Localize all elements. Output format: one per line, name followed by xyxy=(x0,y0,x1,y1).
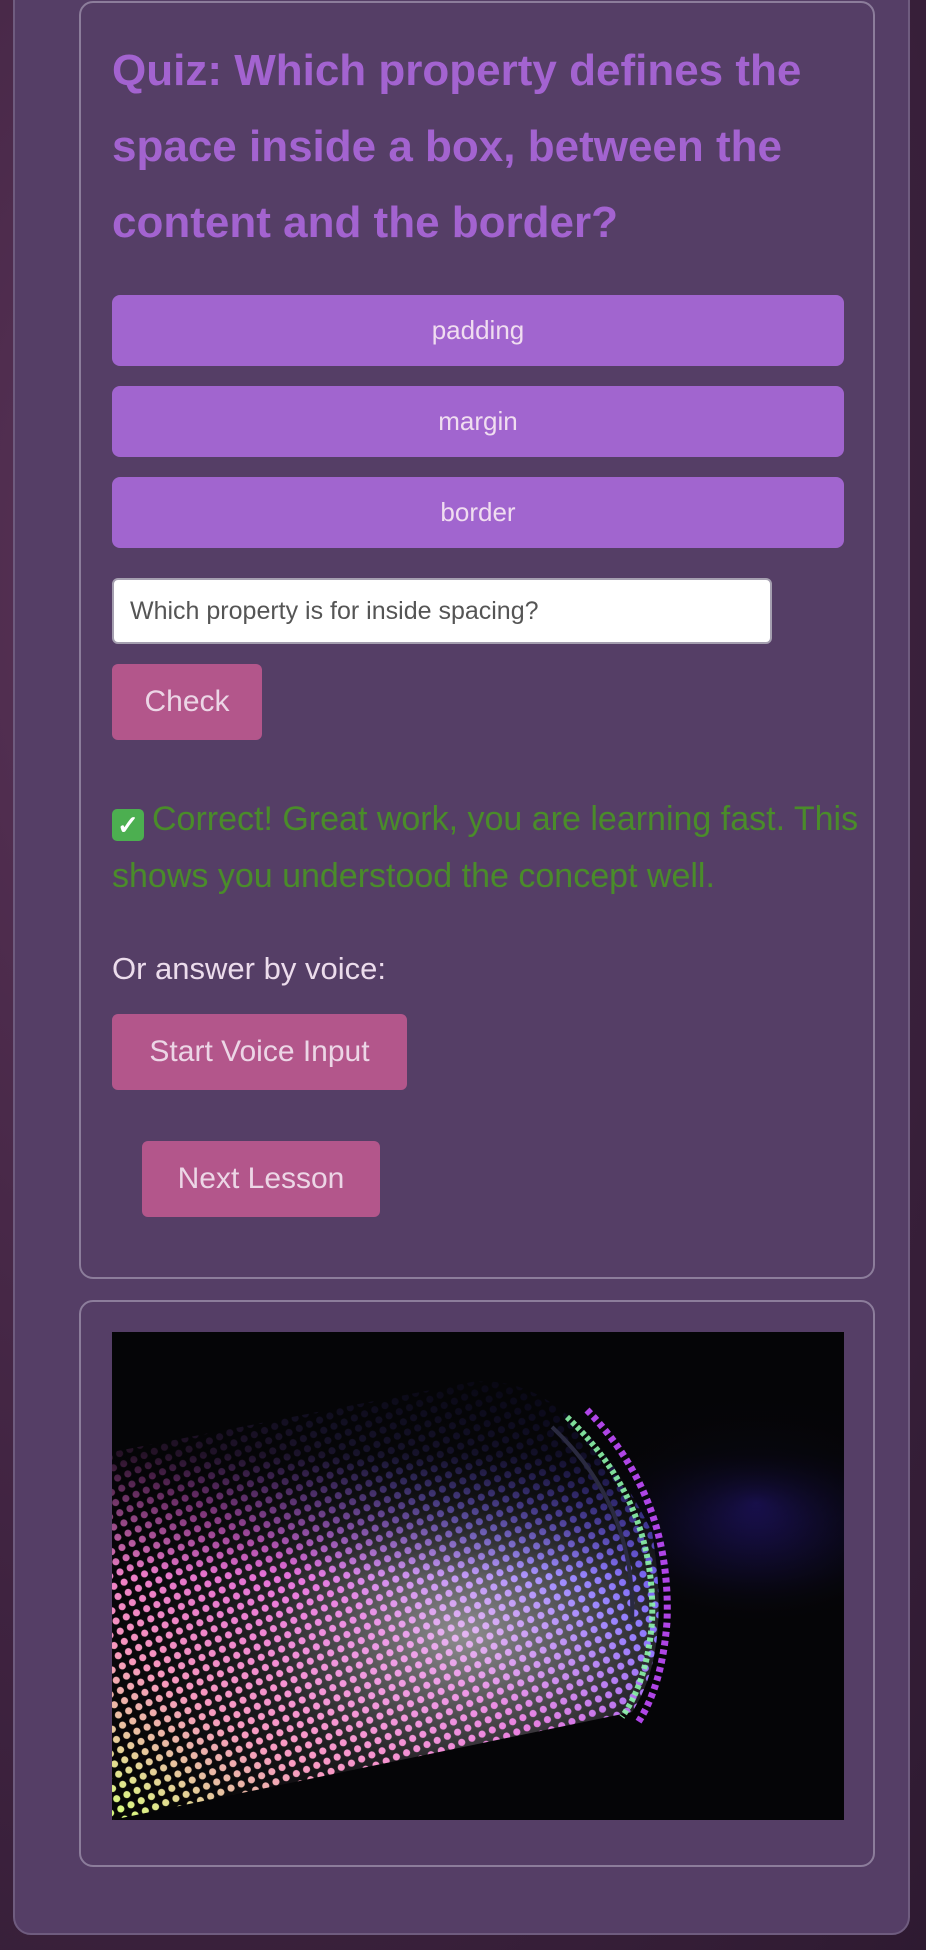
option-button-border[interactable]: border xyxy=(112,477,844,548)
check-button[interactable]: Check xyxy=(112,664,262,740)
app-container: Quiz: Which property defines the space i… xyxy=(13,0,910,1935)
option-button-margin[interactable]: margin xyxy=(112,386,844,457)
speaker-grille-image xyxy=(112,1332,844,1820)
answer-input[interactable] xyxy=(112,578,772,644)
feedback-message: ✓ Correct! Great work, you are learning f… xyxy=(112,791,872,905)
check-mark-icon: ✓ xyxy=(112,809,144,841)
option-button-padding[interactable]: padding xyxy=(112,295,844,366)
quiz-question-title: Quiz: Which property defines the space i… xyxy=(112,46,802,247)
quiz-card: Quiz: Which property defines the space i… xyxy=(79,1,875,1279)
start-voice-input-button[interactable]: Start Voice Input xyxy=(112,1014,407,1090)
next-lesson-button[interactable]: Next Lesson xyxy=(142,1141,380,1217)
feedback-text: Correct! Great work, you are learning fa… xyxy=(112,800,859,895)
image-card xyxy=(79,1300,875,1867)
voice-prompt-label: Or answer by voice: xyxy=(112,951,386,986)
